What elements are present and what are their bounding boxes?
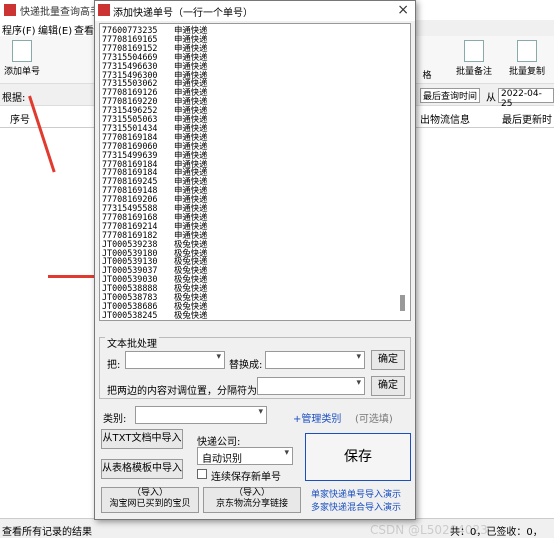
courier-name: 申通快递 [174,42,208,53]
status-left: 查看所有记录的结果 [2,527,92,538]
col-logistics[interactable]: 出物流信息 [420,111,470,126]
note-icon [464,40,484,62]
add-number-button[interactable]: 添加单号 [2,40,42,77]
import-table-button[interactable]: 从表格模板中导入 [101,459,183,479]
single-demo-link[interactable]: 单家快递单号导入演示 [311,487,401,500]
document-icon [12,40,32,62]
dialog-title-bar: 添加快递单号（一行一个单号） × [95,1,415,21]
manage-category-link[interactable]: +管理类别 [293,410,341,425]
app-title: 快递批量查询高手 [20,7,100,18]
mixed-demo-link[interactable]: 多家快递混合导入演示 [311,500,401,513]
menu-view[interactable]: 查看 [74,22,94,37]
import-jd-button[interactable]: （导入） 京东物流分享链接 [203,487,301,513]
last-query-select[interactable]: 最后查询时间 [420,88,480,103]
courier-name: 申通快递 [174,220,208,231]
number-line: JT000538245 极兔快递 [102,309,208,320]
courier-value: 自动识别 [202,454,242,465]
dialog-title: 添加快递单号（一行一个单号） [113,8,253,19]
status-bar: 查看所有记录的结果 CSDN @L50204023 共：0，已签收：0， [0,518,554,538]
chevron-down-icon: ▾ [258,407,263,417]
menu-program[interactable]: 程序(F) [2,22,36,37]
replace-from-label: 把: [107,360,121,371]
batch-copy-button[interactable]: 批量复制 [504,40,550,77]
swap-label: 把两边的内容对调位置，分隔符为: [107,386,261,397]
confirm-swap-button[interactable]: 确定 [371,376,405,396]
scrollbar[interactable] [397,25,409,319]
courier-select[interactable]: 自动识别 ▾ [197,447,293,465]
import-taobao-button[interactable]: （导入） 淘宝网已买到的宝贝 [101,487,199,513]
courier-name: 申通快递 [174,140,208,151]
save-button[interactable]: 保存 [305,433,411,481]
courier-name: 极兔快递 [174,309,208,320]
courier-name: 申通快递 [174,51,208,62]
courier-name: 申通快递 [174,60,208,71]
continuous-save-checkbox[interactable] [197,469,207,479]
close-icon[interactable]: × [397,2,409,18]
confirm-replace-button[interactable]: 确定 [371,350,405,370]
add-number-dialog: 添加快递单号（一行一个单号） × 77600773235 申通快递 77708169… [94,0,416,520]
category-label: 类别: [103,414,127,425]
batch-title: 文本批处理 [105,335,159,350]
batch-note-button[interactable]: 批量备注 [452,40,496,77]
separator-select[interactable]: ▾ [257,377,365,395]
tracking-number: JT000538245 [102,309,158,320]
courier-name: 申通快递 [174,149,208,160]
continuous-save-label: 连续保存新单号 [211,472,281,483]
col-seq[interactable]: 序号 [10,111,30,126]
date-input[interactable]: 2022-04-25 [498,88,554,109]
optional-hint: (可选填) [355,414,393,425]
replace-to-select[interactable]: ▾ [265,351,365,369]
courier-name: 申通快递 [174,229,208,240]
chevron-down-icon: ▾ [284,448,289,458]
menu-bar: 程序(F) 编辑(E) 查看 [0,20,100,37]
menu-edit[interactable]: 编辑(E) [38,22,72,37]
category-select[interactable]: ▾ [135,406,267,424]
chevron-down-icon: ▾ [356,378,361,388]
replace-from-select[interactable]: ▾ [125,351,225,369]
dialog-logo-icon [98,4,110,16]
table-button[interactable]: 格 [412,40,442,81]
from-label: 从 [486,93,496,104]
app-logo-icon [4,4,16,16]
number-textarea[interactable]: 77600773235 申通快递 77708169165 申通快递 7770816915… [99,23,411,321]
scroll-thumb[interactable] [400,295,405,311]
replace-to-label: 替换成: [229,360,263,371]
status-right: 共：0，已签收：0， [450,527,543,538]
import-txt-button[interactable]: 从TXT文档中导入 [101,429,183,449]
copy-icon [517,40,537,62]
chevron-down-icon: ▾ [216,352,221,362]
filter-root-label: 根据: [2,93,26,104]
courier-name: 申通快递 [174,131,208,142]
courier-name: 极兔快递 [174,238,208,249]
courier-label: 快递公司: [197,437,241,448]
chevron-down-icon: ▾ [356,352,361,362]
